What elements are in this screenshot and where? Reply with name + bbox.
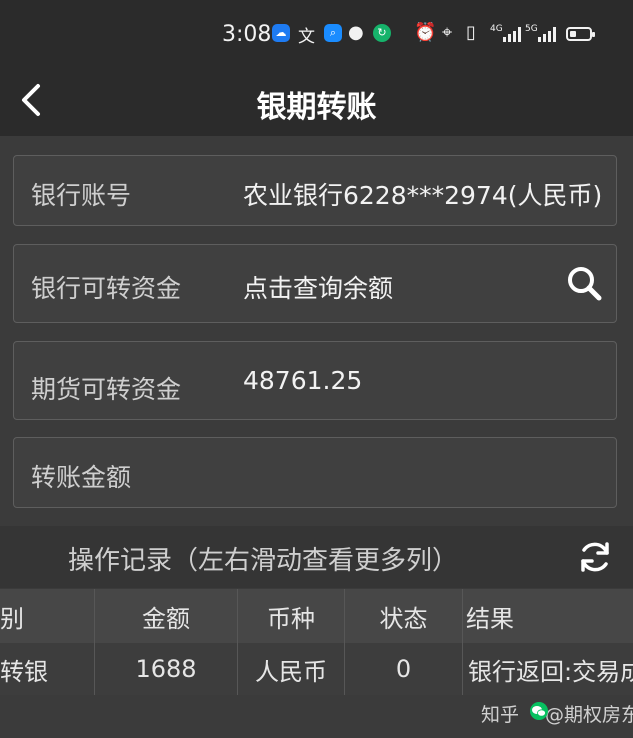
green-app-icon: ↻ [373,24,391,42]
battery-icon [566,27,595,41]
status-time: 3:08 [222,22,272,47]
page-title: 银期转账 [256,90,377,125]
network-type-label: 4G [490,24,503,34]
futures-available-label: 期货可转资金 [31,375,182,404]
column-header-amount: 金额 [95,589,238,643]
weather-app-icon: ☁ [272,24,290,42]
column-header-currency: 币种 [238,589,345,643]
cell-currency: 人民币 [238,643,345,695]
cell-amount: 1688 [95,643,238,695]
search-app-icon: ⌕ [324,24,342,42]
location-icon: ⌖ [442,22,453,43]
records-title: 操作记录（左右滑动查看更多列） [68,546,459,576]
translate-icon: 文 [298,27,315,47]
bank-account-field[interactable]: 银行账号 农业银行6228***2974(人民币) [13,155,617,226]
records-table[interactable]: 类别 金额 币种 状态 结果 期转银 1688 人民币 0 银行返回:交易成功 [0,589,633,699]
bank-available-label: 银行可转资金 [31,274,182,303]
transfer-amount-field[interactable]: 转账金额 [13,437,617,508]
wechat-icon [530,702,548,720]
watermark-text: 知乎 @期权房东 [481,700,633,727]
status-bar: 3:08 ☁ 文 ⌕ ● ↻ ⏰ ⌖ ▯ 4G 5G [0,0,633,66]
cell-result: 银行返回:交易成功 [468,657,633,686]
cell-type-text: 期转银 [0,657,48,686]
column-header-result: 结果 [466,604,514,633]
table-row[interactable]: 期转银 1688 人民币 0 银行返回:交易成功 [0,643,633,695]
cell-status: 0 [345,643,463,695]
query-balance-link[interactable]: 点击查询余额 [243,269,393,305]
column-header-type: 类别 [0,589,95,643]
column-header-status: 状态 [345,589,463,643]
table-header-row: 类别 金额 币种 状态 结果 [0,589,633,643]
signal-icon [538,26,556,42]
watermark-site: 知乎 [481,704,520,726]
signal-icon [503,26,521,42]
refresh-button[interactable] [576,538,614,576]
column-header-label: 类别 [0,604,24,633]
records-header: 操作记录（左右滑动查看更多列） [0,526,633,588]
bank-account-value[interactable]: 农业银行6228***2974(人民币) [243,176,602,212]
watermark-author: @期权房东 [545,704,633,726]
bank-account-label: 银行账号 [31,181,132,210]
battery-level [570,31,576,37]
vibrate-icon: ▯ [466,22,476,43]
battery-cap [592,32,595,37]
futures-available-field: 期货可转资金 48761.25 [13,341,617,420]
search-icon [568,267,602,301]
bank-available-field: 银行可转资金 点击查询余额 [13,244,617,323]
futures-available-value: 48761.25 [243,366,363,395]
transfer-amount-label: 转账金额 [31,463,132,492]
chat-bubble-icon: ● [348,22,364,43]
alarm-icon: ⏰ [414,22,437,43]
network-type-label: 5G [525,24,538,34]
refresh-icon [581,542,609,572]
title-bar: 银期转账 [0,66,633,136]
cell-type: 期转银 [0,643,95,695]
search-button[interactable] [564,263,604,303]
